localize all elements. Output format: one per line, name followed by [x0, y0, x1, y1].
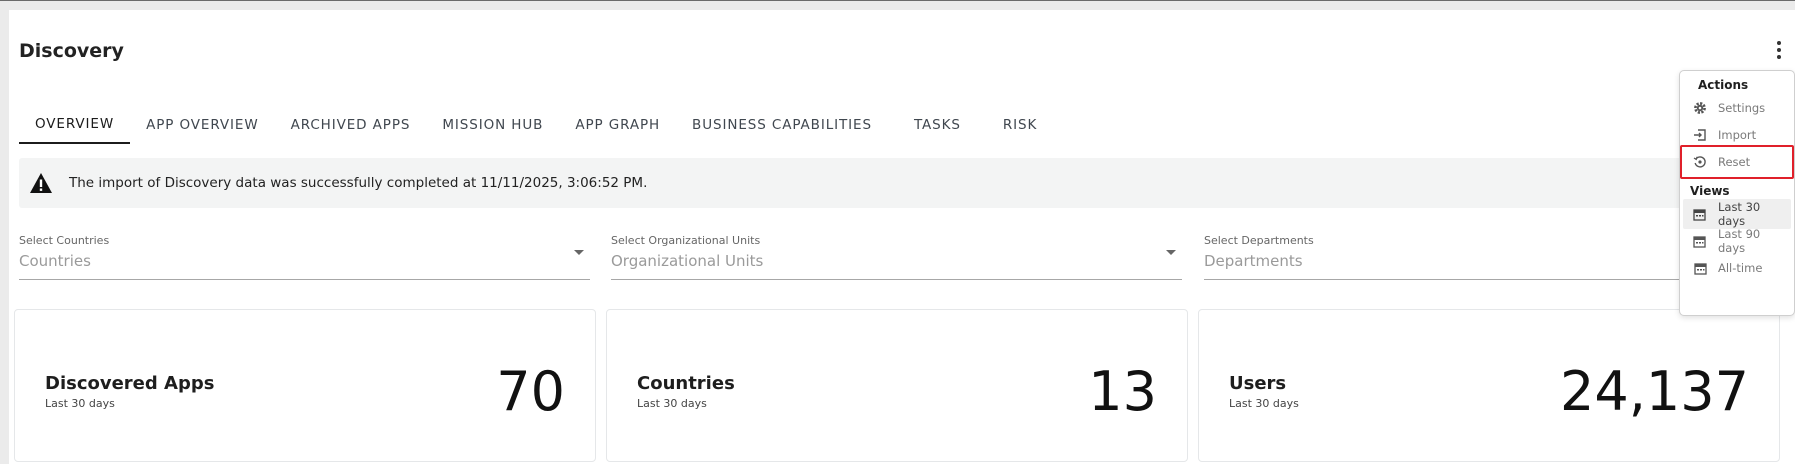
organizational-units-select-label: Select Organizational Units: [611, 234, 761, 247]
actions-menu: Actions Settings Import Reset Views Last…: [1679, 70, 1795, 316]
chevron-down-icon: [574, 250, 584, 255]
departments-select-label: Select Departments: [1204, 234, 1314, 247]
card-value: 24,137: [1560, 360, 1749, 423]
menu-item-reset[interactable]: Reset: [1680, 145, 1794, 179]
menu-item-all-time[interactable]: All-time: [1683, 253, 1791, 283]
tab-app-graph[interactable]: APP GRAPH: [559, 106, 676, 144]
card-subtitle: Last 30 days: [637, 397, 707, 410]
menu-item-label: All-time: [1718, 261, 1763, 275]
users-card: Users Last 30 days 24,137: [1198, 309, 1780, 462]
import-icon: [1692, 127, 1708, 143]
countries-select[interactable]: Select Countries Countries: [19, 232, 590, 280]
card-title: Countries: [637, 373, 735, 394]
tab-bar: OVERVIEW APP OVERVIEW ARCHIVED APPS MISS…: [19, 106, 1053, 144]
menu-item-settings[interactable]: Settings: [1683, 93, 1791, 123]
tab-mission-hub[interactable]: MISSION HUB: [426, 106, 559, 144]
departments-select[interactable]: Select Departments Departments: [1204, 232, 1704, 280]
reset-icon: [1692, 154, 1708, 170]
calendar-icon: [1692, 260, 1708, 276]
import-status-alert: The import of Discovery data was success…: [19, 158, 1711, 208]
menu-item-label: Import: [1718, 128, 1757, 142]
menu-item-last-30-days[interactable]: Last 30 days: [1683, 199, 1791, 229]
discovered-apps-card: Discovered Apps Last 30 days 70: [14, 309, 596, 462]
tab-tasks[interactable]: TASKS: [888, 106, 987, 144]
calendar-icon: [1692, 206, 1708, 222]
discovery-page: Discovery OVERVIEW APP OVERVIEW ARCHIVED…: [9, 10, 1795, 464]
menu-item-label: Settings: [1718, 101, 1766, 115]
tab-risk[interactable]: RISK: [987, 106, 1053, 144]
page-title: Discovery: [19, 40, 124, 62]
countries-select-placeholder: Countries: [19, 252, 91, 270]
countries-card: Countries Last 30 days 13: [606, 309, 1188, 462]
card-value: 70: [496, 360, 565, 423]
menu-item-last-90-days[interactable]: Last 90 days: [1683, 226, 1791, 256]
alert-message: The import of Discovery data was success…: [69, 175, 648, 191]
card-subtitle: Last 30 days: [1229, 397, 1299, 410]
tab-app-overview[interactable]: APP OVERVIEW: [130, 106, 275, 144]
window-top-border: [0, 0, 1795, 1]
menu-item-label: Last 30 days: [1717, 200, 1761, 228]
card-subtitle: Last 30 days: [45, 397, 115, 410]
departments-select-placeholder: Departments: [1204, 252, 1303, 270]
warning-icon: [29, 172, 53, 194]
menu-item-label: Last 90 days: [1717, 227, 1761, 255]
organizational-units-select[interactable]: Select Organizational Units Organization…: [611, 232, 1182, 280]
chevron-down-icon: [1166, 250, 1176, 255]
tab-business-capabilities[interactable]: BUSINESS CAPABILITIES: [676, 106, 888, 144]
views-heading: Views: [1690, 184, 1730, 198]
more-options-icon[interactable]: [1769, 38, 1789, 62]
card-title: Discovered Apps: [45, 373, 215, 394]
card-value: 13: [1088, 360, 1157, 423]
calendar-icon: [1692, 233, 1708, 249]
tab-archived-apps[interactable]: ARCHIVED APPS: [275, 106, 427, 144]
gear-icon: [1692, 100, 1708, 116]
countries-select-label: Select Countries: [19, 234, 110, 247]
organizational-units-select-placeholder: Organizational Units: [611, 252, 764, 270]
actions-heading: Actions: [1698, 78, 1749, 92]
menu-item-label: Reset: [1718, 155, 1751, 169]
card-title: Users: [1229, 373, 1287, 394]
tab-overview[interactable]: OVERVIEW: [19, 106, 131, 144]
